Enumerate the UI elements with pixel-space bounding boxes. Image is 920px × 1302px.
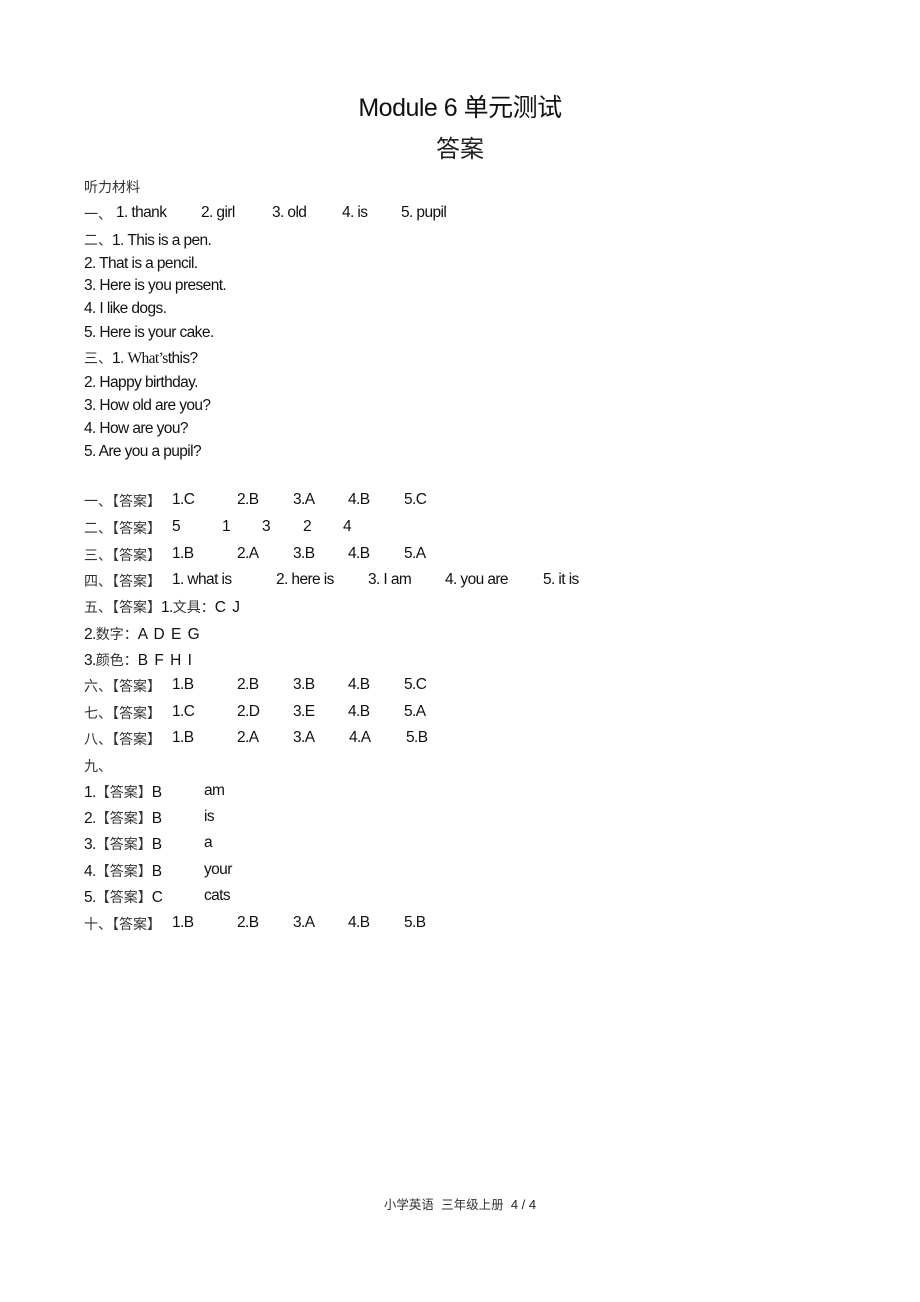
answer-section-6: 六、【答案】 1.B 2.B 3.B 4.B 5.C <box>84 676 427 695</box>
list-item: 1. thank <box>116 204 167 221</box>
answer-section-5: 五、【答案】1.文具：C J <box>84 599 241 616</box>
listening-heading: 听力材料 <box>84 180 140 196</box>
page-title: Module 6 单元测试 <box>358 94 562 122</box>
listening-part-1: 一、 1. thank 2. girl 3. old 4. is 5. pupi… <box>84 204 447 223</box>
answer-section-3: 三、【答案】 1.B 2.A 3.B 4.B 5.A <box>84 545 426 564</box>
listening-part-2: 二、1. This is a pen. <box>84 232 212 249</box>
list-item: 5. pupil <box>401 204 447 221</box>
answer-section-9-item: 2.【答案】B is <box>84 808 215 827</box>
answer-section-9-item: 5.【答案】C cats <box>84 887 231 906</box>
answer-section-4: 四、【答案】 1. what is 2. here is 3. I am 4. … <box>84 571 579 590</box>
answer-section-5-line-2: 2.数字：A D E G <box>84 626 201 643</box>
answer-section-10: 十、【答案】 1.B 2.B 3.A 4.B 5.B <box>84 914 426 933</box>
list-item: 4. I like dogs. <box>84 300 167 317</box>
answer-section-9-item: 3.【答案】B a <box>84 834 213 853</box>
page-subtitle: 答案 <box>436 135 484 163</box>
footer-grade: 三年级上册 <box>441 1197 504 1212</box>
footer-course: 小学英语 <box>383 1197 434 1212</box>
list-item: 3. How old are you? <box>84 397 211 414</box>
list-item: 3. old <box>272 204 307 221</box>
list-item: 2. girl <box>201 204 235 221</box>
list-item: 3. Here is you present. <box>84 277 227 294</box>
answer-section-5-line-3: 3.颜色：B F H I <box>84 652 193 669</box>
list-item: 2. Happy birthday. <box>84 374 198 391</box>
listening-part-3: 三、1. What’sthis? <box>84 350 198 367</box>
answer-section-2: 二、【答案】 5 1 3 2 4 <box>84 518 352 537</box>
page-number: 4 / 4 <box>510 1197 537 1212</box>
answer-section-9-item: 1.【答案】B am <box>84 782 225 801</box>
list-item: 5. Here is your cake. <box>84 324 214 341</box>
answer-section-9: 九、 <box>84 759 112 775</box>
list-item: 5. Are you a pupil? <box>84 443 202 460</box>
list-item: 4. is <box>342 204 368 221</box>
list-item: 4. How are you? <box>84 420 188 437</box>
list-item: 2. That is a pencil. <box>84 255 198 272</box>
answer-section-7: 七、【答案】 1.C 2.D 3.E 4.B 5.A <box>84 703 426 722</box>
list-item: 1. This is a pen. <box>112 232 212 249</box>
answer-section-1: 一、【答案】 1.C 2.B 3.A 4.B 5.C <box>84 491 427 510</box>
answer-section-8: 八、【答案】 1.B 2.A 3.A 4.A 5.B <box>84 729 428 748</box>
answer-section-9-item: 4.【答案】B your <box>84 861 232 880</box>
page-footer: 小学英语 三年级上册 4 / 4 <box>0 1194 920 1213</box>
